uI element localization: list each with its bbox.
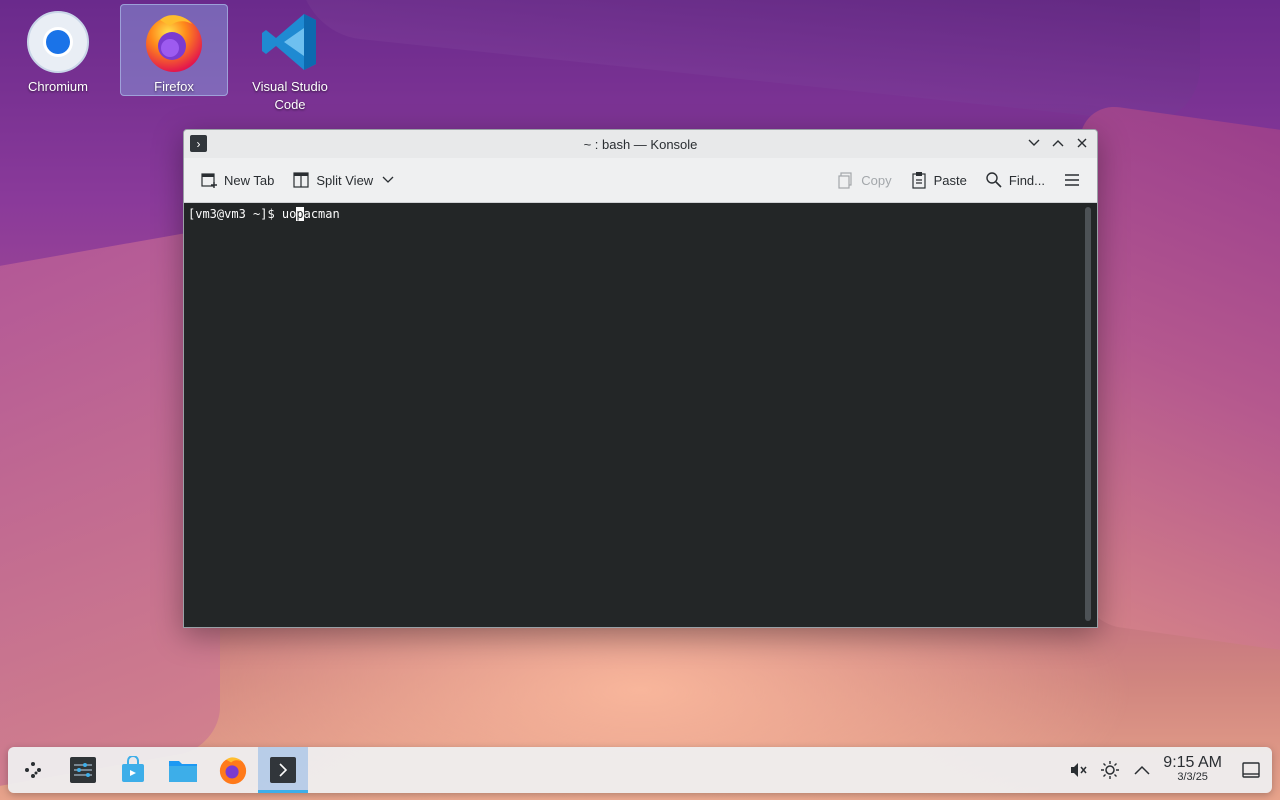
copy-label: Copy bbox=[861, 172, 892, 188]
taskbar: 9:15 AM 3/3/25 bbox=[8, 747, 1272, 793]
system-settings-icon bbox=[70, 757, 96, 783]
taskbar-system-settings[interactable] bbox=[58, 747, 108, 793]
find-button[interactable]: Find... bbox=[979, 167, 1051, 193]
terminal-input-before-cursor: uo bbox=[281, 207, 297, 221]
window-titlebar[interactable]: › ~ : bash — Konsole bbox=[184, 130, 1097, 158]
desktop-icon-vscode[interactable]: Visual Studio Code bbox=[236, 4, 344, 114]
clock-time: 9:15 AM bbox=[1163, 754, 1222, 771]
konsole-app-icon[interactable]: › bbox=[190, 135, 207, 152]
brightness-icon[interactable] bbox=[1099, 759, 1121, 781]
terminal-area[interactable]: [vm3@vm3 ~]$ uopacman bbox=[184, 203, 1097, 627]
close-icon bbox=[1077, 138, 1087, 148]
minimize-button[interactable] bbox=[1025, 134, 1043, 152]
konsole-window: › ~ : bash — Konsole New Tab Split View … bbox=[183, 129, 1098, 628]
application-launcher[interactable] bbox=[8, 747, 58, 793]
firefox-icon bbox=[219, 757, 247, 785]
taskbar-discover[interactable] bbox=[108, 747, 158, 793]
close-button[interactable] bbox=[1073, 134, 1091, 152]
split-view-label: Split View bbox=[316, 172, 374, 188]
split-view-button[interactable]: Split View bbox=[286, 167, 403, 193]
hamburger-menu-icon bbox=[1063, 171, 1081, 189]
wallpaper-shape bbox=[300, 0, 1200, 128]
wallpaper-shape bbox=[1080, 101, 1280, 659]
terminal-line: [vm3@vm3 ~]$ uopacman bbox=[188, 206, 340, 222]
firefox-icon bbox=[142, 10, 206, 74]
show-desktop-icon[interactable] bbox=[1240, 759, 1262, 781]
taskbar-file-manager[interactable] bbox=[158, 747, 208, 793]
hamburger-menu-button[interactable] bbox=[1057, 167, 1087, 193]
terminal-input-after-cursor: acman bbox=[303, 207, 340, 221]
terminal-scrollbar[interactable] bbox=[1085, 207, 1091, 621]
desktop-icon-label: Visual Studio Code bbox=[252, 79, 328, 112]
desktop-icon-label: Firefox bbox=[154, 79, 194, 94]
split-view-icon bbox=[292, 171, 310, 189]
folder-icon bbox=[169, 761, 197, 782]
clock-date: 3/3/25 bbox=[1177, 771, 1208, 783]
launcher-icon bbox=[25, 762, 41, 778]
new-tab-button[interactable]: New Tab bbox=[194, 167, 280, 193]
chevron-down-icon[interactable] bbox=[379, 171, 397, 189]
new-tab-label: New Tab bbox=[224, 172, 275, 188]
taskbar-firefox[interactable] bbox=[208, 747, 258, 793]
konsole-toolbar: New Tab Split View Copy Paste Find... bbox=[184, 158, 1097, 203]
paste-label: Paste bbox=[933, 172, 967, 188]
vscode-icon bbox=[258, 10, 322, 74]
taskbar-konsole[interactable] bbox=[258, 747, 308, 793]
terminal-cursor: p bbox=[296, 207, 304, 221]
volume-muted-icon[interactable] bbox=[1067, 759, 1089, 781]
chevron-up-icon[interactable] bbox=[1131, 759, 1153, 781]
desktop-icon-firefox[interactable]: Firefox bbox=[120, 4, 228, 96]
konsole-icon bbox=[270, 757, 296, 783]
paste-icon bbox=[910, 171, 928, 189]
chevron-down-icon bbox=[1028, 139, 1040, 146]
desktop-icon-label: Chromium bbox=[28, 79, 88, 94]
desktop-icon-chromium[interactable]: Chromium bbox=[4, 4, 112, 96]
chevron-up-icon bbox=[1052, 140, 1064, 147]
terminal-prompt: [vm3@vm3 ~]$ bbox=[188, 207, 282, 221]
maximize-button[interactable] bbox=[1049, 134, 1067, 152]
chromium-icon bbox=[26, 10, 90, 74]
paste-button[interactable]: Paste bbox=[904, 167, 973, 193]
copy-button[interactable]: Copy bbox=[831, 167, 897, 193]
system-tray: 9:15 AM 3/3/25 bbox=[1067, 754, 1272, 784]
find-label: Find... bbox=[1008, 172, 1045, 188]
search-icon bbox=[985, 171, 1003, 189]
digital-clock[interactable]: 9:15 AM 3/3/25 bbox=[1163, 754, 1222, 784]
window-title: ~ : bash — Konsole bbox=[583, 136, 698, 152]
discover-store-icon bbox=[122, 756, 144, 782]
copy-icon bbox=[837, 171, 855, 189]
new-tab-icon bbox=[200, 171, 218, 189]
